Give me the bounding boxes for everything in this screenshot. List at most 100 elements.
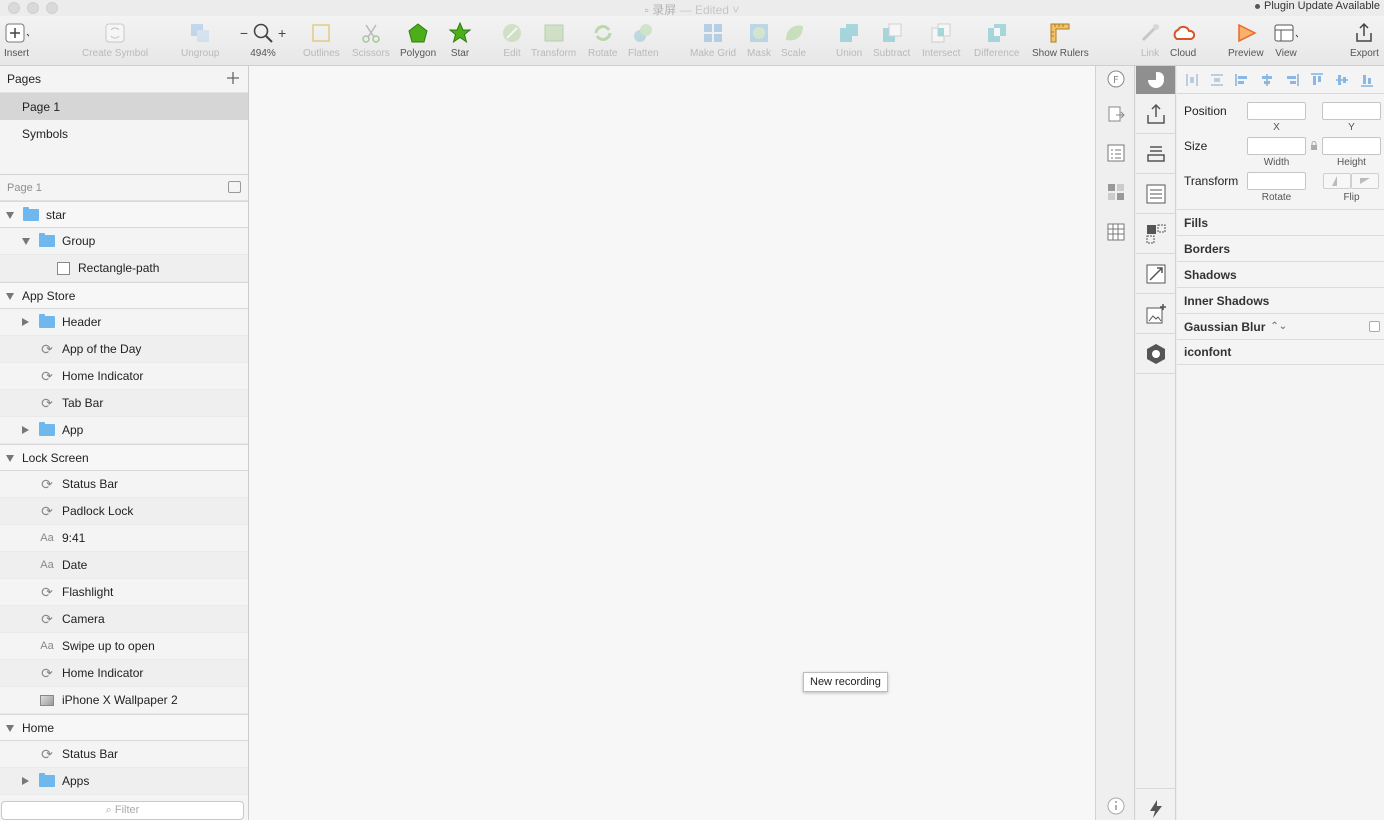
disclosure-open-icon[interactable]: [6, 455, 14, 462]
component-icon[interactable]: [1136, 214, 1176, 254]
upload-icon[interactable]: [1136, 94, 1176, 134]
view-button[interactable]: View: [1274, 21, 1298, 59]
lock-icon[interactable]: [1310, 140, 1318, 154]
disclosure-open-icon[interactable]: [22, 238, 30, 245]
fills-section[interactable]: Fills: [1177, 209, 1384, 235]
disclosure-closed-icon[interactable]: [22, 426, 29, 434]
list-icon[interactable]: [1106, 143, 1126, 163]
pages-divider[interactable]: [0, 147, 248, 175]
flip-vertical-button[interactable]: [1351, 173, 1379, 189]
layer-row[interactable]: ⟳ Camera: [0, 606, 248, 633]
layer-row[interactable]: Apps: [0, 768, 248, 795]
flip-horizontal-button[interactable]: [1323, 173, 1351, 189]
shadows-section[interactable]: Shadows: [1177, 261, 1384, 287]
layer-row[interactable]: ⟳ Status Bar: [0, 741, 248, 768]
plugin-pie-icon[interactable]: [1136, 66, 1175, 94]
rotate-button[interactable]: Rotate: [588, 21, 617, 59]
layer-row[interactable]: Lock Screen: [0, 444, 248, 471]
align-top-icon[interactable]: [1310, 73, 1324, 87]
subtract-button[interactable]: Subtract: [873, 21, 910, 59]
layer-row[interactable]: ⟳ Tab Bar: [0, 390, 248, 417]
polygon-button[interactable]: Polygon: [400, 21, 436, 59]
layer-row[interactable]: iPhone X Wallpaper 2: [0, 687, 248, 714]
preview-button[interactable]: Preview: [1228, 21, 1264, 59]
canvas[interactable]: New recording: [249, 66, 1095, 820]
layer-row[interactable]: ⟳ Home Indicator: [0, 660, 248, 687]
width-field[interactable]: [1247, 137, 1306, 155]
gaussian-blur-section[interactable]: Gaussian Blur ⌃⌄: [1177, 313, 1384, 339]
layer-row[interactable]: App: [0, 417, 248, 444]
vector-edit-icon[interactable]: [1136, 254, 1176, 294]
layer-row[interactable]: Home: [0, 714, 248, 741]
disclosure-open-icon[interactable]: [6, 212, 14, 219]
gaussian-blur-checkbox[interactable]: [1369, 321, 1380, 332]
add-image-icon[interactable]: [1136, 294, 1176, 334]
distribute-vertical-icon[interactable]: [1210, 73, 1224, 87]
scissors-button[interactable]: Scissors: [352, 21, 390, 59]
plugin-f-icon[interactable]: F: [1106, 69, 1126, 89]
scale-button[interactable]: Scale: [781, 21, 806, 59]
export-page-icon[interactable]: [1106, 104, 1126, 124]
difference-button[interactable]: Difference: [974, 21, 1019, 59]
rotate-field[interactable]: [1247, 172, 1306, 190]
align-right-icon[interactable]: [1285, 73, 1299, 87]
position-y-field[interactable]: [1322, 102, 1381, 120]
edit-button[interactable]: Edit: [500, 21, 524, 59]
distribute-horizontal-icon[interactable]: [1185, 73, 1199, 87]
disclosure-open-icon[interactable]: [6, 293, 14, 300]
grid-dots-icon[interactable]: [1106, 182, 1126, 202]
plugin-update-notice[interactable]: Plugin Update Available: [1255, 0, 1380, 12]
transform-button[interactable]: Transform: [531, 21, 576, 59]
link-button[interactable]: Link: [1138, 21, 1162, 59]
outlines-button[interactable]: Outlines: [303, 21, 340, 59]
collapse-layers-icon[interactable]: [228, 181, 241, 193]
zoom-out-button[interactable]: −: [240, 25, 248, 41]
layer-row[interactable]: ⟳ App of the Day: [0, 336, 248, 363]
stepper-icon[interactable]: ⌃⌄: [1270, 321, 1287, 332]
layer-row[interactable]: Aa 9:41: [0, 525, 248, 552]
inner-shadows-section[interactable]: Inner Shadows: [1177, 287, 1384, 313]
layer-row[interactable]: Aa Date: [0, 552, 248, 579]
layer-row[interactable]: App Store: [0, 282, 248, 309]
cloud-button[interactable]: Cloud: [1170, 21, 1196, 59]
table-icon[interactable]: [1106, 222, 1126, 242]
layer-row[interactable]: ⟳ Status Bar: [0, 471, 248, 498]
text-list-icon[interactable]: [1136, 174, 1176, 214]
layer-row[interactable]: Aa Swipe up to open: [0, 633, 248, 660]
show-rulers-button[interactable]: Show Rulers: [1032, 21, 1089, 59]
disclosure-open-icon[interactable]: [6, 725, 14, 732]
layer-row[interactable]: Header: [0, 309, 248, 336]
info-icon[interactable]: [1106, 796, 1126, 816]
layer-row[interactable]: ⟳ Padlock Lock: [0, 498, 248, 525]
layer-row[interactable]: star: [0, 201, 248, 228]
align-bottom-icon[interactable]: [1360, 73, 1374, 87]
layer-row[interactable]: Group: [0, 228, 248, 255]
add-page-icon[interactable]: [226, 71, 240, 85]
align-left-icon[interactable]: [1235, 73, 1249, 87]
position-x-field[interactable]: [1247, 102, 1306, 120]
page-item-symbols[interactable]: Symbols: [0, 120, 248, 147]
disclosure-closed-icon[interactable]: [22, 318, 29, 326]
zoom-in-button[interactable]: +: [278, 25, 286, 41]
borders-section[interactable]: Borders: [1177, 235, 1384, 261]
page-item-page-1[interactable]: Page 1: [0, 93, 248, 120]
layers-stack-icon[interactable]: [1136, 134, 1176, 174]
disclosure-closed-icon[interactable]: [22, 777, 29, 785]
mask-button[interactable]: Mask: [747, 21, 771, 59]
align-center-icon[interactable]: [1260, 73, 1274, 87]
layer-row[interactable]: Rectangle-path: [0, 255, 248, 282]
layer-filter-input[interactable]: ⌕ Filter: [1, 801, 244, 820]
make-grid-button[interactable]: Make Grid: [690, 21, 736, 59]
insert-button[interactable]: Insert: [4, 21, 29, 59]
union-button[interactable]: Union: [836, 21, 862, 59]
intersect-button[interactable]: Intersect: [922, 21, 960, 59]
export-button[interactable]: Export: [1350, 21, 1379, 59]
layer-row[interactable]: ⟳ Flashlight: [0, 579, 248, 606]
hexagon-plugin-icon[interactable]: [1136, 334, 1176, 374]
lightning-icon[interactable]: [1136, 788, 1176, 820]
document-edited-state[interactable]: — Edited ˅: [680, 3, 740, 17]
layer-row[interactable]: ⟳ Home Indicator: [0, 363, 248, 390]
iconfont-section[interactable]: iconfont: [1177, 339, 1384, 365]
flatten-button[interactable]: Flatten: [628, 21, 659, 59]
align-middle-icon[interactable]: [1335, 73, 1349, 87]
